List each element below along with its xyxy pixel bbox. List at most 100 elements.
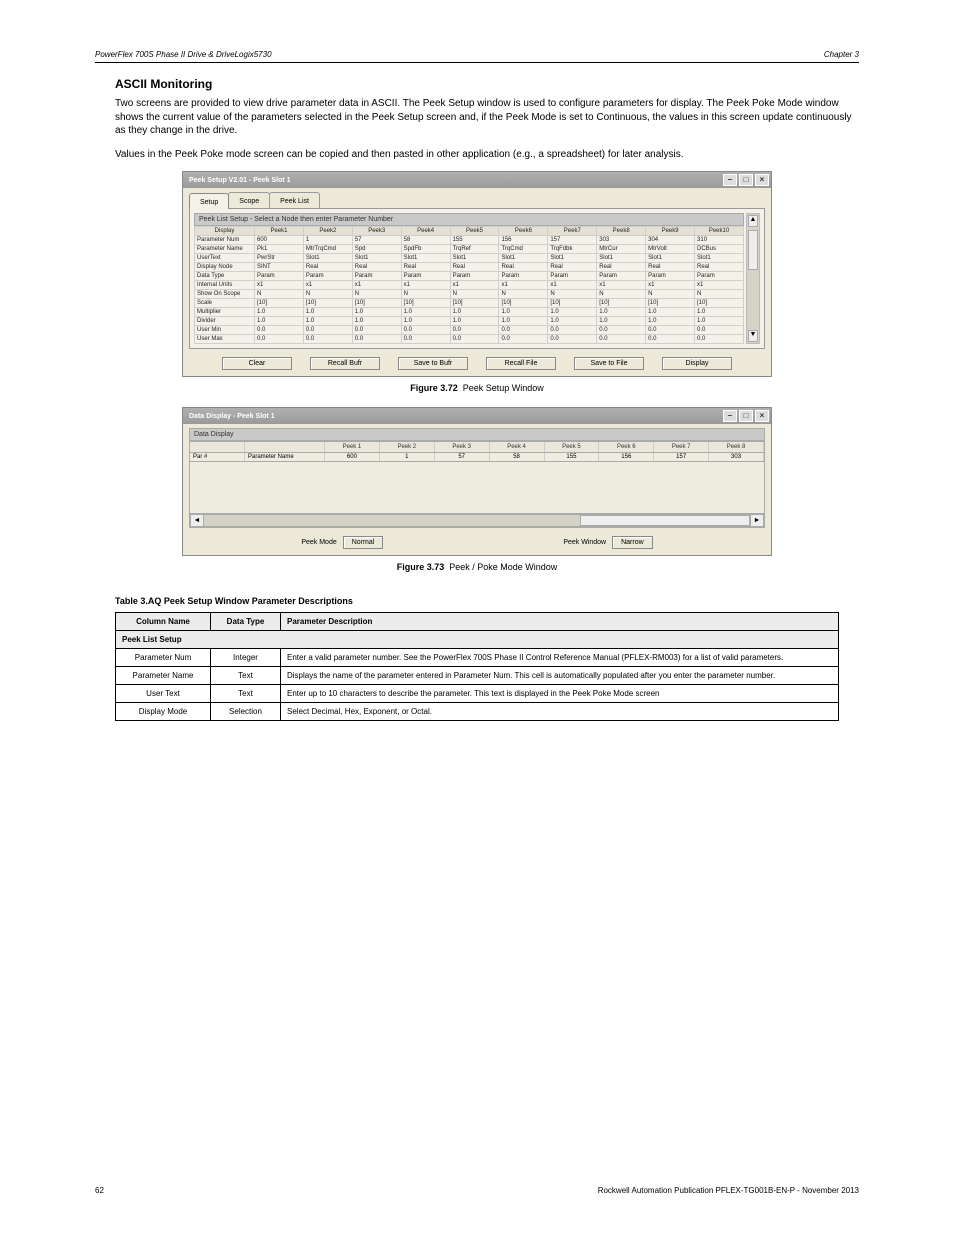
grid-cell[interactable]: MtrCur [597, 245, 646, 254]
grid-cell[interactable]: 0.0 [352, 335, 401, 344]
grid-cell[interactable]: 157 [548, 236, 597, 245]
peek-window-button[interactable]: Narrow [612, 536, 653, 549]
grid-cell[interactable]: 0.0 [303, 326, 352, 335]
grid-cell[interactable]: N [450, 290, 499, 299]
grid-cell[interactable]: 0.0 [352, 326, 401, 335]
grid-cell[interactable]: 0.0 [597, 326, 646, 335]
scroll-left-icon[interactable]: ◄ [190, 514, 204, 527]
grid-cell[interactable]: [10] [401, 299, 450, 308]
grid-cell[interactable]: [10] [450, 299, 499, 308]
grid-cell[interactable]: N [499, 290, 548, 299]
grid-cell[interactable]: N [255, 290, 304, 299]
close-icon[interactable]: × [755, 410, 769, 422]
grid-cell[interactable]: N [401, 290, 450, 299]
grid-cell[interactable]: Param [303, 272, 352, 281]
grid-cell[interactable]: Slot1 [450, 254, 499, 263]
grid-cell[interactable]: 1.0 [352, 317, 401, 326]
grid-cell[interactable]: [10] [499, 299, 548, 308]
grid-cell[interactable]: N [695, 290, 744, 299]
grid-cell[interactable]: 156 [499, 236, 548, 245]
grid-cell[interactable]: x1 [597, 281, 646, 290]
grid-cell[interactable]: 0.0 [499, 335, 548, 344]
maximize-icon[interactable]: □ [739, 410, 753, 422]
grid-cell[interactable]: 0.0 [401, 326, 450, 335]
grid-cell[interactable]: N [303, 290, 352, 299]
grid-cell[interactable]: x1 [255, 281, 304, 290]
grid-cell[interactable]: TrqCmd [499, 245, 548, 254]
grid-cell[interactable]: Slot1 [303, 254, 352, 263]
grid-cell[interactable]: 0.0 [548, 326, 597, 335]
clear-button[interactable]: Clear [222, 357, 292, 370]
grid-cell[interactable]: 1.0 [303, 317, 352, 326]
scroll-down-icon[interactable]: ▼ [748, 330, 758, 342]
scroll-thumb[interactable] [580, 515, 750, 526]
grid-cell[interactable]: Real [499, 263, 548, 272]
grid-cell[interactable]: [10] [597, 299, 646, 308]
grid-cell[interactable]: 1.0 [303, 308, 352, 317]
grid-cell[interactable]: Slot1 [548, 254, 597, 263]
grid-cell[interactable]: SpdFb [401, 245, 450, 254]
grid-cell[interactable]: 1.0 [401, 308, 450, 317]
grid-cell[interactable]: Slot1 [499, 254, 548, 263]
grid-cell[interactable]: Param [499, 272, 548, 281]
grid-cell[interactable]: 0.0 [695, 335, 744, 344]
grid-cell[interactable]: [10] [646, 299, 695, 308]
grid-cell[interactable]: 1.0 [352, 308, 401, 317]
grid-cell[interactable]: x1 [695, 281, 744, 290]
save-bufr-button[interactable]: Save to Bufr [398, 357, 468, 370]
grid-cell[interactable]: 303 [597, 236, 646, 245]
grid-cell[interactable]: 1.0 [548, 317, 597, 326]
grid-cell[interactable]: [10] [255, 299, 304, 308]
scroll-right-icon[interactable]: ► [750, 514, 764, 527]
display-button[interactable]: Display [662, 357, 732, 370]
save-file-button[interactable]: Save to File [574, 357, 644, 370]
grid-cell[interactable]: 1.0 [499, 308, 548, 317]
grid-cell[interactable]: [10] [695, 299, 744, 308]
grid-cell[interactable]: Param [695, 272, 744, 281]
grid-cell[interactable]: MtrVolt [646, 245, 695, 254]
grid-cell[interactable]: x1 [450, 281, 499, 290]
grid-cell[interactable]: MtrTrqCmd [303, 245, 352, 254]
scroll-thumb[interactable] [748, 230, 758, 270]
grid-cell[interactable]: Real [695, 263, 744, 272]
grid-cell[interactable]: 0.0 [401, 335, 450, 344]
grid-cell[interactable]: x1 [646, 281, 695, 290]
grid-cell[interactable]: DCBus [695, 245, 744, 254]
grid-cell[interactable]: 0.0 [255, 326, 304, 335]
grid-cell[interactable]: 1.0 [255, 308, 304, 317]
grid-cell[interactable]: Real [548, 263, 597, 272]
grid-cell[interactable]: Real [597, 263, 646, 272]
grid-cell[interactable]: 1.0 [646, 308, 695, 317]
grid-cell[interactable]: 1.0 [646, 317, 695, 326]
grid-cell[interactable]: Real [352, 263, 401, 272]
grid-cell[interactable]: 1 [303, 236, 352, 245]
grid-cell[interactable]: Param [255, 272, 304, 281]
grid-cell[interactable]: [10] [548, 299, 597, 308]
grid-cell[interactable]: 1.0 [450, 308, 499, 317]
grid-cell[interactable]: 1.0 [695, 317, 744, 326]
recall-file-button[interactable]: Recall File [486, 357, 556, 370]
grid-cell[interactable]: x1 [352, 281, 401, 290]
grid-cell[interactable]: 600 [255, 236, 304, 245]
grid-cell[interactable]: 0.0 [255, 335, 304, 344]
grid-cell[interactable]: Slot1 [646, 254, 695, 263]
grid-cell[interactable]: 304 [646, 236, 695, 245]
grid-cell[interactable]: 1.0 [695, 308, 744, 317]
grid-cell[interactable]: 1.0 [499, 317, 548, 326]
minimize-icon[interactable]: – [723, 174, 737, 186]
grid-cell[interactable]: 310 [695, 236, 744, 245]
scroll-up-icon[interactable]: ▲ [748, 215, 758, 227]
grid-cell[interactable]: TrqFdbk [548, 245, 597, 254]
grid-cell[interactable]: Param [352, 272, 401, 281]
grid-cell[interactable]: Param [548, 272, 597, 281]
horizontal-scrollbar[interactable]: ◄ ► [189, 514, 765, 528]
grid-cell[interactable]: Pk1 [255, 245, 304, 254]
grid-cell[interactable]: 1.0 [401, 317, 450, 326]
grid-cell[interactable]: 1.0 [597, 308, 646, 317]
grid-cell[interactable]: 0.0 [303, 335, 352, 344]
grid-cell[interactable]: N [597, 290, 646, 299]
grid-cell[interactable]: 0.0 [450, 335, 499, 344]
peek-mode-button[interactable]: Normal [343, 536, 384, 549]
close-icon[interactable]: × [755, 174, 769, 186]
grid-cell[interactable]: x1 [548, 281, 597, 290]
